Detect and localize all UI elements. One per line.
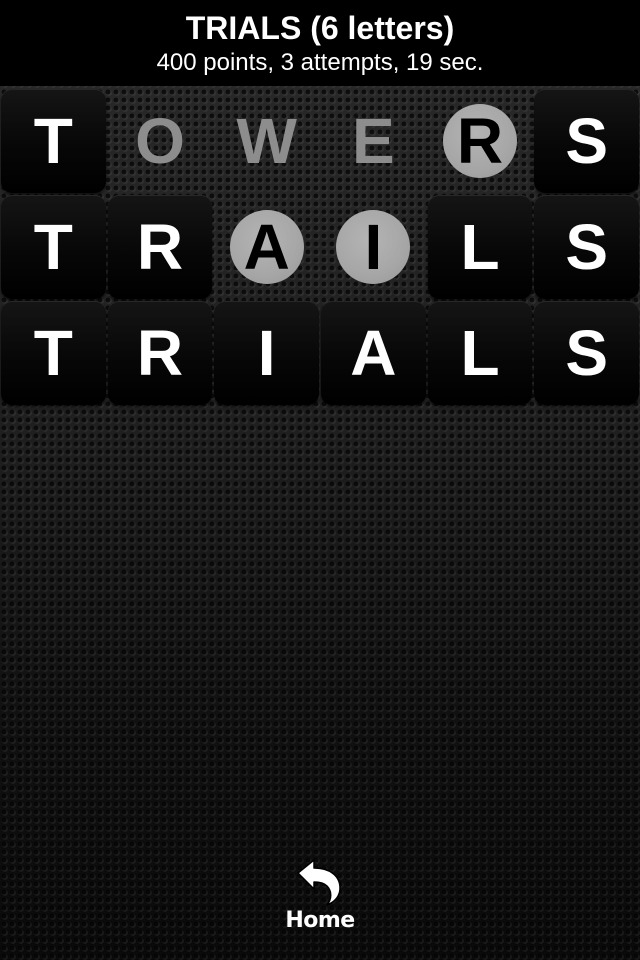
tile-letter: A: [350, 317, 397, 389]
letter-tile-correct: R: [107, 300, 214, 406]
home-label: Home: [285, 908, 355, 933]
guess-row: TOWERS: [0, 88, 640, 194]
header-bar: TRIALS (6 letters) 400 points, 3 attempt…: [0, 0, 640, 86]
tile-letter: S: [565, 211, 609, 283]
page-title: TRIALS (6 letters): [185, 10, 455, 46]
tile-letter: R: [136, 317, 184, 389]
game-screen: TRIALS (6 letters) 400 points, 3 attempt…: [0, 0, 640, 960]
letter-tile-correct: S: [533, 300, 640, 406]
tile-letter: T: [33, 105, 73, 177]
letter-tile-absent: E: [320, 88, 427, 194]
letter-tile-correct: L: [427, 300, 534, 406]
letter-tile-absent: W: [213, 88, 320, 194]
letter-tile-present: I: [320, 194, 427, 300]
letter-tile-correct: R: [107, 194, 214, 300]
tile-letter: E: [352, 105, 395, 177]
tile-letter: R: [456, 105, 504, 177]
tile-letter: T: [33, 317, 73, 389]
tile-letter: I: [257, 317, 276, 389]
guess-row: TR I ALS: [0, 300, 640, 406]
tile-letter: O: [135, 105, 185, 177]
tile-letter: W: [236, 105, 297, 177]
guess-row: TRA I LS: [0, 194, 640, 300]
letter-tile-correct: L: [427, 194, 534, 300]
tile-letter: R: [136, 211, 184, 283]
letter-tile-correct: I: [213, 300, 320, 406]
tile-letter: S: [565, 105, 609, 177]
letter-tile-absent: O: [107, 88, 214, 194]
tile-letter: I: [364, 211, 383, 283]
home-button[interactable]: Home: [270, 856, 370, 942]
letter-tile-correct: T: [0, 88, 107, 194]
tile-letter: A: [243, 211, 290, 283]
tile-letter: T: [33, 211, 73, 283]
score-summary: 400 points, 3 attempts, 19 sec.: [156, 49, 484, 76]
letter-tile-correct: S: [533, 88, 640, 194]
tile-letter: L: [460, 211, 500, 283]
letter-tile-present: R: [427, 88, 534, 194]
letter-tile-correct: S: [533, 194, 640, 300]
back-arrow-icon: [297, 859, 341, 906]
letter-tile-present: A: [213, 194, 320, 300]
tile-letter: S: [565, 317, 609, 389]
letter-tile-correct: A: [320, 300, 427, 406]
guess-board: TOWERSTRAILSTRIALS: [0, 88, 640, 406]
letter-tile-correct: T: [0, 194, 107, 300]
letter-tile-correct: T: [0, 300, 107, 406]
tile-letter: L: [460, 317, 500, 389]
